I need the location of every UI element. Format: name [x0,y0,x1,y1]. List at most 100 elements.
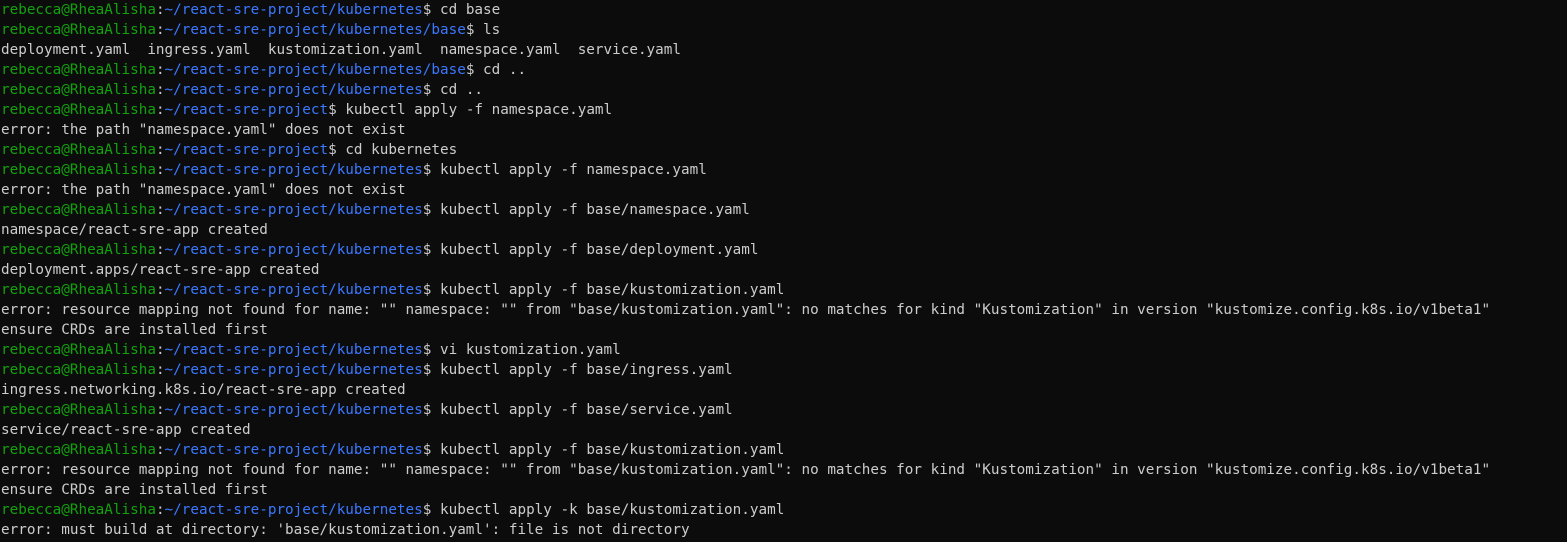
prompt-path: ~/react-sre-project/kubernetes [164,282,423,298]
output-line: error: resource mapping not found for na… [1,300,1567,320]
prompt-line: rebecca@RheaAlisha:~/react-sre-project/k… [1,20,1567,40]
command-text: kubectl apply -f namespace.yaml [345,102,613,118]
prompt-line: rebecca@RheaAlisha:~/react-sre-project/k… [1,60,1567,80]
prompt-user-host: rebecca@RheaAlisha [1,22,156,38]
prompt-path: ~/react-sre-project/kubernetes [164,502,423,518]
prompt-user-host: rebecca@RheaAlisha [1,62,156,78]
prompt-line: rebecca@RheaAlisha:~/react-sre-project/k… [1,340,1567,360]
prompt-line: rebecca@RheaAlisha:~/react-sre-project/k… [1,160,1567,180]
prompt-path: ~/react-sre-project/kubernetes [164,362,423,378]
prompt-separator: : [155,22,165,38]
prompt-separator: : [155,2,165,18]
prompt-user-host: rebecca@RheaAlisha [1,502,156,518]
prompt-symbol: $ [422,402,440,418]
prompt-symbol: $ [422,162,440,178]
output-text: namespace/react-sre-app created [1,222,268,238]
prompt-user-host: rebecca@RheaAlisha [1,442,156,458]
command-text: kubectl apply -f base/service.yaml [440,402,733,418]
prompt-path: ~/react-sre-project/kubernetes/base [164,62,466,78]
prompt-path: ~/react-sre-project/kubernetes [164,202,423,218]
output-text: service/react-sre-app created [1,422,251,438]
prompt-separator: : [155,202,165,218]
prompt-symbol: $ [422,502,440,518]
prompt-symbol: $ [422,362,440,378]
prompt-symbol: $ [422,2,440,18]
output-text: error: the path "namespace.yaml" does no… [1,122,406,138]
command-text: kubectl apply -k base/kustomization.yaml [440,502,785,518]
prompt-symbol: $ [422,442,440,458]
prompt-line: rebecca@RheaAlisha:~/react-sre-project$ … [1,100,1567,120]
output-line: namespace/react-sre-app created [1,220,1567,240]
prompt-path: ~/react-sre-project/kubernetes [164,2,423,18]
prompt-path: ~/react-sre-project/kubernetes [164,82,423,98]
command-text: cd .. [483,62,527,78]
prompt-user-host: rebecca@RheaAlisha [1,142,156,158]
prompt-path: ~/react-sre-project/kubernetes [164,342,423,358]
prompt-symbol: $ [422,342,440,358]
prompt-line: rebecca@RheaAlisha:~/react-sre-project/k… [1,0,1567,20]
prompt-line: rebecca@RheaAlisha:~/react-sre-project/k… [1,80,1567,100]
prompt-symbol: $ [465,22,484,38]
prompt-path: ~/react-sre-project/kubernetes [164,162,423,178]
prompt-line: rebecca@RheaAlisha:~/react-sre-project/k… [1,360,1567,380]
output-text: ensure CRDs are installed first [1,322,268,338]
command-text: kubectl apply -f base/kustomization.yaml [440,282,785,298]
prompt-user-host: rebecca@RheaAlisha [1,282,156,298]
prompt-line: rebecca@RheaAlisha:~/react-sre-project/k… [1,240,1567,260]
prompt-line: rebecca@RheaAlisha:~/react-sre-project/k… [1,440,1567,460]
prompt-path: ~/react-sre-project/kubernetes [164,402,423,418]
prompt-path: ~/react-sre-project/kubernetes/base [164,22,466,38]
output-line: ensure CRDs are installed first [1,480,1567,500]
output-text: error: must build at directory: 'base/ku… [1,522,690,538]
output-text: deployment.apps/react-sre-app created [1,262,320,278]
prompt-user-host: rebecca@RheaAlisha [1,2,156,18]
prompt-separator: : [155,442,165,458]
prompt-line: rebecca@RheaAlisha:~/react-sre-project$ … [1,140,1567,160]
command-text: vi kustomization.yaml [440,342,621,358]
output-text: error: resource mapping not found for na… [1,462,1491,478]
prompt-path: ~/react-sre-project [164,102,329,118]
prompt-user-host: rebecca@RheaAlisha [1,102,156,118]
command-text: kubectl apply -f base/deployment.yaml [440,242,759,258]
command-text: cd base [440,2,501,18]
terminal-window[interactable]: rebecca@RheaAlisha:~/react-sre-project/k… [0,0,1567,542]
command-text: cd kubernetes [345,142,458,158]
prompt-symbol: $ [422,242,440,258]
output-line: service/react-sre-app created [1,420,1567,440]
prompt-symbol: $ [328,142,346,158]
output-line: deployment.yaml ingress.yaml kustomizati… [1,40,1567,60]
output-line: error: the path "namespace.yaml" does no… [1,180,1567,200]
prompt-separator: : [155,82,165,98]
prompt-user-host: rebecca@RheaAlisha [1,202,156,218]
command-text: kubectl apply -f base/ingress.yaml [440,362,733,378]
output-text: ensure CRDs are installed first [1,482,268,498]
prompt-separator: : [155,502,165,518]
prompt-user-host: rebecca@RheaAlisha [1,82,156,98]
prompt-separator: : [155,362,165,378]
prompt-symbol: $ [422,82,440,98]
prompt-user-host: rebecca@RheaAlisha [1,342,156,358]
prompt-symbol: $ [422,202,440,218]
prompt-path: ~/react-sre-project/kubernetes [164,242,423,258]
output-line: error: must build at directory: 'base/ku… [1,520,1567,540]
output-text: ingress.networking.k8s.io/react-sre-app … [1,382,406,398]
prompt-separator: : [155,242,165,258]
prompt-separator: : [155,162,165,178]
prompt-symbol: $ [422,282,440,298]
prompt-separator: : [155,282,165,298]
prompt-user-host: rebecca@RheaAlisha [1,402,156,418]
output-line: ensure CRDs are installed first [1,320,1567,340]
command-text: kubectl apply -f namespace.yaml [440,162,707,178]
output-line: error: resource mapping not found for na… [1,460,1567,480]
command-text: ls [483,22,501,38]
prompt-symbol: $ [465,62,484,78]
prompt-line: rebecca@RheaAlisha:~/react-sre-project/k… [1,500,1567,520]
output-text: error: resource mapping not found for na… [1,302,1491,318]
prompt-symbol: $ [328,102,346,118]
command-text: kubectl apply -f base/kustomization.yaml [440,442,785,458]
output-line: ingress.networking.k8s.io/react-sre-app … [1,380,1567,400]
command-text: cd .. [440,82,484,98]
prompt-line: rebecca@RheaAlisha:~/react-sre-project/k… [1,400,1567,420]
prompt-separator: : [155,142,165,158]
prompt-line: rebecca@RheaAlisha:~/react-sre-project/k… [1,200,1567,220]
